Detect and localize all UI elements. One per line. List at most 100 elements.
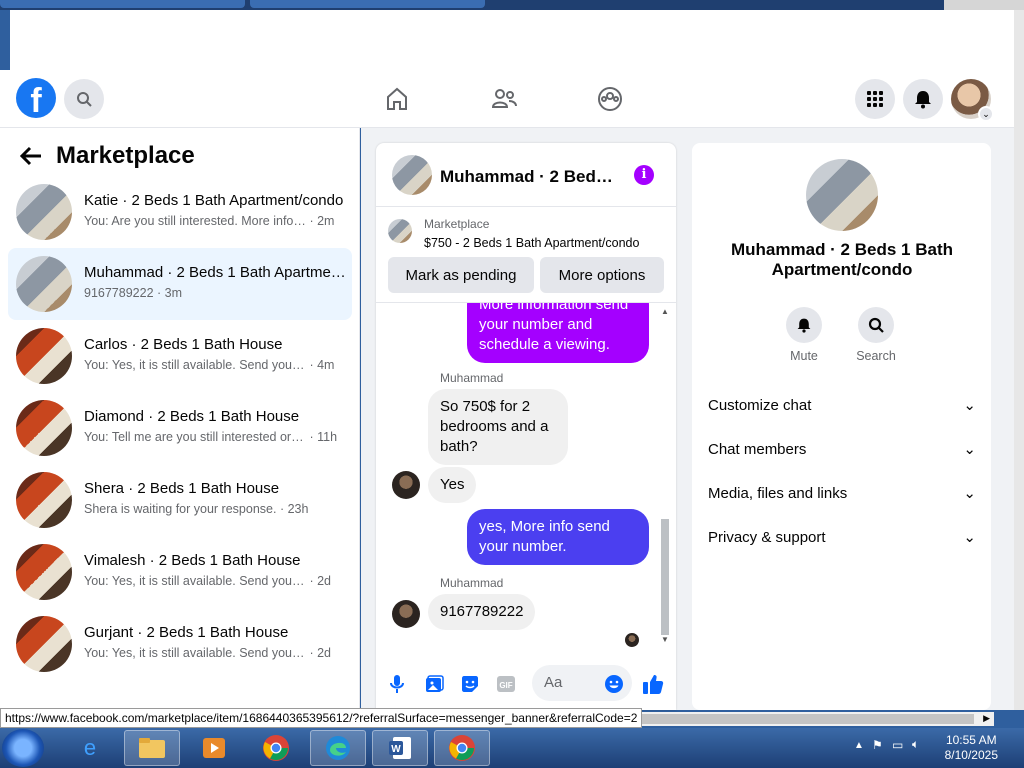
- mark-as-pending-button[interactable]: Mark as pending: [388, 257, 534, 293]
- scrollbar-thumb[interactable]: [642, 714, 974, 724]
- chrome-profile-icon[interactable]: [434, 730, 490, 766]
- grid-menu-icon: [867, 91, 883, 107]
- conversation-snippet: You: Tell me are you still interested or…: [84, 430, 338, 444]
- message-list: More information send your number and sc…: [376, 303, 676, 653]
- marketplace-inbox: Marketplace Katie · 2 Beds 1 Bath Apartm…: [0, 128, 360, 710]
- listing-description[interactable]: $750 - 2 Beds 1 Bath Apartment/condo: [424, 236, 639, 250]
- start-button[interactable]: [2, 729, 44, 767]
- conversation-item[interactable]: Gurjant · 2 Beds 1 Bath House You: Yes, …: [8, 608, 352, 680]
- listing-thumbnail: [16, 256, 72, 312]
- conversation-snippet: You: Yes, it is still available. Send yo…: [84, 574, 332, 588]
- listing-source: Marketplace: [424, 217, 490, 231]
- chevron-down-icon: ⌄: [963, 397, 976, 414]
- profile-avatar[interactable]: ⌄: [951, 79, 994, 122]
- message-bubble-incoming[interactable]: So 750$ for 2 bedrooms and a bath?: [428, 389, 568, 465]
- snippet-text: 9167789222: [84, 286, 154, 300]
- chevron-down-icon: ⌄: [963, 485, 976, 502]
- snippet-text: You: Yes, it is still available. Send yo…: [84, 358, 306, 372]
- scroll-up-arrow[interactable]: ▲: [661, 307, 669, 316]
- conversation-item-active[interactable]: Muhammad · 2 Beds 1 Bath Apartment/condo…: [8, 248, 352, 320]
- thumbs-up-icon[interactable]: [642, 673, 664, 695]
- conversation-name: Carlos · 2 Beds 1 Bath House: [84, 336, 283, 353]
- sticker-icon[interactable]: [459, 673, 481, 695]
- window-edge: [1014, 10, 1024, 710]
- browser-tab[interactable]: [250, 0, 485, 8]
- more-options-button[interactable]: More options: [540, 257, 664, 293]
- menu-button[interactable]: [855, 79, 895, 119]
- scroll-right-arrow[interactable]: ▶: [983, 713, 990, 724]
- horizontal-scrollbar[interactable]: ▶: [642, 712, 994, 726]
- scrollbar-thumb[interactable]: [661, 519, 669, 635]
- word-icon[interactable]: W: [372, 730, 428, 766]
- network-icon[interactable]: ▭: [892, 738, 903, 752]
- file-explorer-icon[interactable]: [124, 730, 180, 766]
- back-arrow-icon[interactable]: [20, 146, 42, 166]
- edge-icon[interactable]: [310, 730, 366, 766]
- facebook-logo-icon[interactable]: f: [16, 78, 56, 118]
- chat-title[interactable]: Muhammad · 2 Beds 1 Bath Apartment/condo: [440, 167, 620, 187]
- chrome-icon[interactable]: [248, 730, 304, 766]
- marketplace-header: Marketplace: [20, 142, 195, 170]
- tray-expand-icon[interactable]: ▲: [854, 740, 864, 751]
- photo-icon[interactable]: [423, 673, 445, 695]
- customize-chat-section[interactable]: Customize chat ⌄: [708, 389, 976, 421]
- facebook-header: f ⌄: [0, 70, 1014, 128]
- conversation-item[interactable]: Vimalesh · 2 Beds 1 Bath House You: Yes,…: [8, 536, 352, 608]
- taskbar-clock[interactable]: 10:55 AM 8/10/2025: [945, 733, 998, 763]
- section-label: Chat members: [708, 440, 807, 458]
- media-files-links-section[interactable]: Media, files and links ⌄: [708, 477, 976, 509]
- conversation-name: Muhammad · 2 Beds 1 Bath Apartment/condo: [84, 264, 346, 281]
- privacy-support-section[interactable]: Privacy & support ⌄: [708, 521, 976, 553]
- snippet-time: 4m: [317, 358, 335, 372]
- action-center-flag-icon[interactable]: ⚑: [872, 738, 883, 752]
- sender-avatar[interactable]: [392, 471, 420, 499]
- svg-text:W: W: [391, 744, 401, 755]
- browser-tab-strip: [0, 0, 1024, 10]
- friends-nav[interactable]: [489, 84, 519, 114]
- search-button[interactable]: [64, 79, 104, 119]
- gif-icon[interactable]: GIF: [495, 673, 517, 695]
- message-bubble-outgoing[interactable]: yes, More info send your number.: [467, 509, 649, 565]
- internet-explorer-icon[interactable]: e: [62, 730, 118, 766]
- groups-nav[interactable]: [595, 84, 625, 114]
- friends-icon: [491, 89, 517, 108]
- snippet-text: You: Yes, it is still available. Send yo…: [84, 574, 306, 588]
- bell-icon: [915, 91, 931, 109]
- snippet-time: 2d: [317, 574, 332, 588]
- search-action[interactable]: Search: [846, 307, 906, 363]
- volume-icon[interactable]: 🔈︎: [912, 737, 919, 752]
- message-bubble-incoming[interactable]: Yes: [428, 467, 477, 503]
- sender-avatar[interactable]: [392, 600, 420, 628]
- conversation-snippet: 9167789222 · 3m: [84, 286, 183, 300]
- conversation-item[interactable]: Shera · 2 Beds 1 Bath House Shera is wai…: [8, 464, 352, 536]
- notifications-button[interactable]: [903, 79, 943, 119]
- info-icon[interactable]: i: [634, 165, 654, 185]
- home-nav[interactable]: [382, 84, 412, 114]
- browser-tab[interactable]: [0, 0, 245, 8]
- clock-time: 10:55 AM: [945, 733, 997, 747]
- listing-thumbnail[interactable]: [388, 219, 412, 243]
- info-avatar[interactable]: [806, 159, 878, 231]
- search-icon: [77, 92, 92, 107]
- bell-icon: [786, 307, 822, 343]
- mute-action[interactable]: Mute: [774, 307, 834, 363]
- chat-scrollbar[interactable]: ▲ ▼: [659, 307, 671, 647]
- scroll-down-arrow[interactable]: ▼: [661, 635, 669, 644]
- groups-icon: [598, 87, 622, 111]
- media-player-icon[interactable]: [186, 730, 242, 766]
- chat-avatar[interactable]: [392, 155, 432, 195]
- emoji-icon[interactable]: [603, 673, 625, 695]
- chat-members-section[interactable]: Chat members ⌄: [708, 433, 976, 465]
- listing-thumbnail: [16, 544, 72, 600]
- message-bubble-incoming[interactable]: 9167789222: [428, 594, 536, 630]
- info-title: Muhammad · 2 Beds 1 Bath Apartment/condo: [731, 240, 953, 279]
- chevron-down-icon: ⌄: [963, 529, 976, 546]
- conversation-name: Katie · 2 Beds 1 Bath Apartment/condo: [84, 192, 344, 209]
- snippet-time: 2d: [317, 646, 332, 660]
- browser-toolbar-area: [10, 10, 1014, 70]
- message-bubble-outgoing[interactable]: More information send your number and sc…: [467, 303, 649, 363]
- microphone-icon[interactable]: [386, 673, 408, 695]
- conversation-item[interactable]: Diamond · 2 Beds 1 Bath House You: Tell …: [8, 392, 352, 464]
- conversation-item[interactable]: Carlos · 2 Beds 1 Bath House You: Yes, i…: [8, 320, 352, 392]
- conversation-item[interactable]: Katie · 2 Beds 1 Bath Apartment/condo Yo…: [8, 176, 352, 248]
